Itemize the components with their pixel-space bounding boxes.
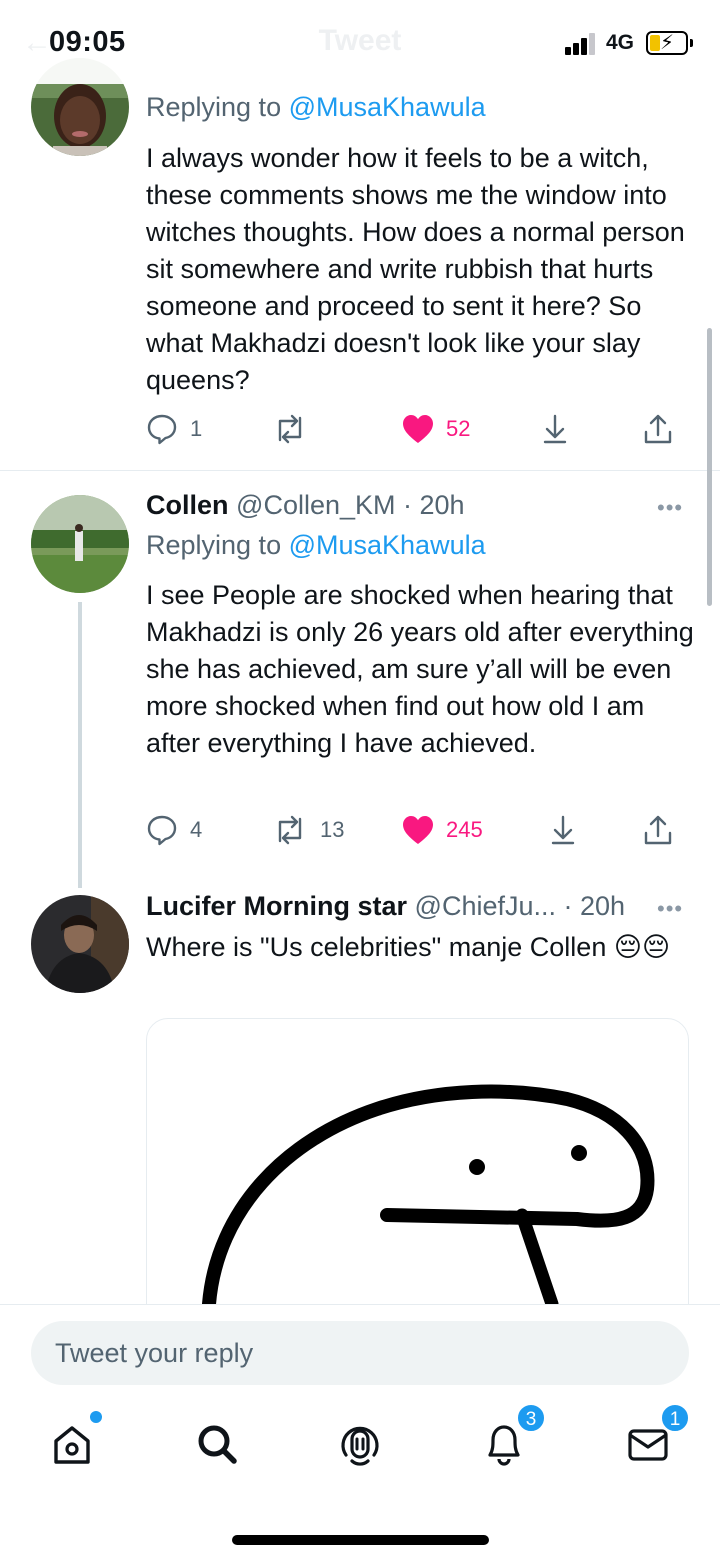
- thread-connector: [78, 602, 82, 888]
- bookmark-button[interactable]: [548, 810, 578, 850]
- replying-to: Replying to @MusaKhawula: [146, 530, 486, 560]
- share-button[interactable]: [642, 810, 674, 850]
- network-type: 4G: [606, 31, 635, 54]
- retweet-icon: [278, 414, 302, 444]
- download-icon: [543, 414, 567, 444]
- like-button[interactable]: 52: [402, 409, 470, 449]
- display-name[interactable]: Lucifer Morning star: [146, 891, 407, 921]
- cellular-signal-icon: [565, 33, 599, 55]
- retweet-button[interactable]: [272, 409, 320, 449]
- like-button[interactable]: 245: [402, 810, 483, 850]
- home-notification-dot: [90, 1411, 102, 1423]
- display-name[interactable]: Collen: [146, 490, 229, 520]
- tweet-author[interactable]: Collen @Collen_KM · 20h: [146, 490, 465, 521]
- like-count: 245: [446, 817, 483, 842]
- spaces-icon: [341, 1426, 379, 1466]
- mention-link[interactable]: @MusaKhawula: [289, 530, 486, 560]
- heart-filled-icon: [403, 816, 433, 844]
- reply-icon: [147, 815, 177, 846]
- battery-icon: ⚡: [646, 31, 688, 55]
- avatar[interactable]: [31, 495, 129, 593]
- heart-filled-icon: [403, 415, 433, 443]
- tab-home[interactable]: [44, 1411, 102, 1471]
- share-button[interactable]: [642, 409, 674, 449]
- like-count: 52: [446, 416, 471, 441]
- bookmark-button[interactable]: [540, 409, 570, 449]
- tweet-actions: 1 52: [146, 409, 686, 449]
- reply-icon: [147, 414, 177, 445]
- share-icon: [644, 414, 672, 444]
- retweet-button[interactable]: 13: [272, 810, 344, 850]
- avatar[interactable]: [31, 895, 129, 993]
- tab-messages[interactable]: 1: [620, 1403, 690, 1471]
- tweet-actions: 4 13 245: [146, 810, 686, 850]
- mention-link[interactable]: @MusaKhawula: [289, 92, 486, 122]
- meme-drawing: [202, 1084, 655, 1311]
- retweet-icon: [278, 815, 302, 845]
- tweet-media-image[interactable]: [146, 1018, 689, 1338]
- user-handle[interactable]: @Collen_KM: [236, 490, 395, 520]
- more-options-icon[interactable]: •••: [657, 896, 683, 922]
- reply-count: 1: [190, 416, 203, 441]
- reply-button[interactable]: 1: [146, 409, 202, 449]
- messages-badge: 1: [660, 1403, 690, 1433]
- notifications-badge: 3: [516, 1403, 546, 1433]
- share-icon: [644, 815, 672, 845]
- tweet-text: I always wonder how it feels to be a wit…: [146, 143, 685, 395]
- reply-button[interactable]: 4: [146, 810, 202, 850]
- tweet-time: · 20h: [403, 490, 465, 520]
- status-bar: ← Tweet 09:05 4G ⚡: [0, 0, 720, 84]
- tab-spaces[interactable]: [332, 1415, 388, 1471]
- tab-notifications[interactable]: 3: [476, 1403, 546, 1471]
- retweet-count: 13: [320, 817, 345, 842]
- reply-input[interactable]: [31, 1321, 689, 1385]
- download-icon: [551, 815, 575, 845]
- status-time: 09:05: [49, 26, 126, 58]
- tab-search[interactable]: [188, 1415, 244, 1471]
- tweet-text: Where is "Us celebrities" manje Collen 😔…: [146, 932, 671, 962]
- tweet-time: · 20h: [563, 891, 626, 921]
- scrollbar[interactable]: [707, 328, 712, 606]
- tweet-author[interactable]: Lucifer Morning star @ChiefJu... · 20h: [146, 891, 625, 922]
- search-icon: [198, 1425, 237, 1464]
- tweet-text: I see People are shocked when hearing th…: [146, 580, 694, 758]
- bottom-bar: 3 1: [0, 1304, 720, 1559]
- reply-count: 4: [190, 817, 203, 842]
- more-options-icon[interactable]: •••: [657, 495, 683, 521]
- home-indicator: [232, 1535, 489, 1545]
- user-handle[interactable]: @ChiefJu...: [415, 891, 556, 921]
- replying-to: Replying to @MusaKhawula: [146, 92, 486, 122]
- home-icon: [54, 1426, 90, 1464]
- tweet-divider: [0, 470, 720, 471]
